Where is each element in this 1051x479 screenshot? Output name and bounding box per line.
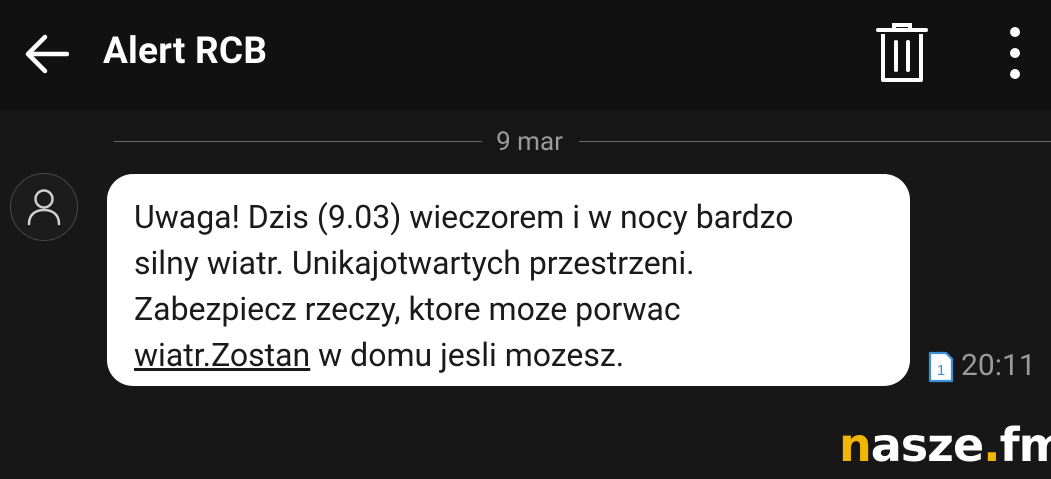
delete-button[interactable] — [870, 20, 934, 86]
watermark-logo: nasze.fm — [839, 418, 1051, 472]
divider-line-left — [114, 141, 482, 142]
message-line-2: silny wiatr. Unikajotwartych przestrzeni… — [134, 244, 695, 282]
arrow-left-icon — [25, 34, 69, 74]
message-time: 20:11 — [961, 348, 1036, 383]
app-toolbar: Alert RCB — [0, 0, 1051, 110]
sim-card-icon: 1 — [928, 351, 954, 383]
message-line-3: Zabezpiecz rzeczy, ktore moze porwac — [134, 290, 681, 328]
message-bubble[interactable]: Uwaga! Dzis (9.03) wieczorem i w nocy ba… — [107, 174, 910, 386]
divider-line-right — [579, 141, 1051, 142]
trash-icon — [876, 23, 928, 82]
date-divider: 9 mar — [0, 124, 1051, 160]
message-link[interactable]: wiatr.Zostan — [134, 336, 310, 374]
sim-badge-number: 1 — [937, 362, 945, 379]
date-label: 9 mar — [496, 127, 563, 157]
person-icon — [27, 189, 61, 226]
message-line-4: wiatr.Zostan w domu jesli mozesz. — [134, 332, 886, 378]
message-line-1: Uwaga! Dzis (9.03) wieczorem i w nocy ba… — [134, 198, 794, 236]
sender-avatar[interactable] — [10, 173, 78, 241]
message-line-4-text: w domu jesli mozesz. — [310, 336, 625, 374]
back-button[interactable] — [20, 28, 72, 80]
conversation-title: Alert RCB — [103, 30, 268, 73]
more-options-button[interactable] — [995, 22, 1035, 84]
more-vertical-icon — [1010, 27, 1020, 79]
